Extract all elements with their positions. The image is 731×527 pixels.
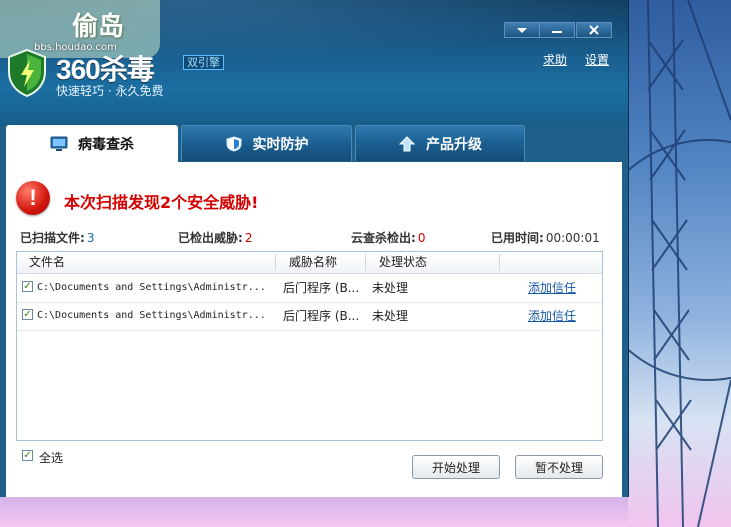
threat-table: 文件名 威胁名称 处理状态 ✓ C:\Documents and Setting… — [16, 251, 603, 441]
close-icon — [589, 25, 599, 35]
tab-label: 病毒查杀 — [78, 137, 134, 153]
column-header-file[interactable]: 文件名 — [29, 252, 65, 273]
table-row[interactable]: ✓ C:\Documents and Settings\Administr...… — [17, 302, 602, 331]
tagline: 快速轻巧 · 永久免费 — [56, 84, 164, 98]
select-all-label: 全选 — [39, 451, 64, 465]
table-header: 文件名 威胁名称 处理状态 — [17, 252, 602, 274]
row-checkbox[interactable]: ✓ — [22, 281, 33, 292]
settings-link[interactable]: 设置 — [585, 51, 609, 68]
row-checkbox[interactable]: ✓ — [22, 309, 33, 320]
skip-processing-button[interactable]: 暂不处理 — [515, 455, 603, 479]
desktop-bottom-strip — [0, 497, 628, 527]
shield-icon — [226, 135, 241, 152]
stat-value: 0 — [417, 231, 426, 245]
table-row[interactable]: ✓ C:\Documents and Settings\Administr...… — [17, 274, 602, 303]
stat-value: 00:00:01 — [545, 231, 600, 245]
column-header-status[interactable]: 处理状态 — [379, 252, 427, 273]
column-divider[interactable] — [365, 254, 366, 271]
help-link[interactable]: 求助 — [543, 51, 567, 68]
antivirus-window: 偷岛 bbs.houdao.com 360杀毒 双引擎 快速轻巧 · 永久免费 … — [0, 0, 628, 497]
alert-message: 本次扫描发现2个安全威胁! — [64, 193, 259, 212]
tab-virus-scan[interactable]: 病毒查杀 — [6, 125, 178, 163]
shield-logo-icon — [8, 48, 46, 98]
stat-label: 云查杀检出: — [351, 231, 416, 245]
stat-scanned: 已扫描文件: 3 — [20, 229, 94, 246]
stat-cloud: 云查杀检出: 0 — [351, 229, 425, 246]
desktop-background — [628, 0, 731, 527]
start-processing-button[interactable]: 开始处理 — [412, 455, 500, 479]
stat-label: 已扫描文件: — [20, 231, 85, 245]
minimize-icon — [552, 30, 562, 33]
stat-value: 2 — [244, 231, 253, 245]
minimize-button[interactable] — [539, 22, 575, 38]
close-button[interactable] — [576, 22, 612, 38]
warning-icon: ! — [16, 181, 50, 215]
process-status: 未处理 — [372, 281, 409, 295]
stat-threats: 已检出威胁: 2 — [178, 229, 252, 246]
add-trust-link[interactable]: 添加信任 — [528, 302, 576, 330]
up-arrow-icon — [398, 135, 416, 151]
stat-label: 已检出威胁: — [178, 231, 243, 245]
column-header-threat[interactable]: 威胁名称 — [289, 252, 337, 273]
engine-badge: 双引擎 — [183, 55, 224, 70]
file-path: C:\Documents and Settings\Administr... — [37, 282, 266, 293]
threat-name: 后门程序 (B... — [283, 281, 360, 295]
dropdown-button[interactable] — [504, 22, 540, 38]
column-divider[interactable] — [275, 254, 276, 271]
stat-value: 3 — [86, 231, 95, 245]
process-status: 未处理 — [372, 309, 409, 323]
dropdown-icon — [517, 27, 527, 33]
stat-elapsed-time: 已用时间: 00:00:01 — [491, 229, 600, 246]
column-divider[interactable] — [499, 254, 500, 271]
tab-label: 实时防护 — [252, 136, 309, 153]
ferris-wheel-structure — [628, 0, 731, 527]
stat-label: 已用时间: — [491, 231, 544, 245]
monitor-icon — [50, 136, 68, 151]
select-all-checkbox[interactable]: ✓ — [22, 450, 33, 461]
threat-name: 后门程序 (B... — [283, 309, 360, 323]
tab-product-upgrade[interactable]: 产品升级 — [355, 125, 525, 161]
file-path: C:\Documents and Settings\Administr... — [37, 310, 266, 321]
tab-realtime-protection[interactable]: 实时防护 — [181, 125, 352, 161]
watermark-title: 偷岛 — [72, 12, 125, 42]
tab-label: 产品升级 — [426, 136, 482, 153]
add-trust-link[interactable]: 添加信任 — [528, 274, 576, 302]
